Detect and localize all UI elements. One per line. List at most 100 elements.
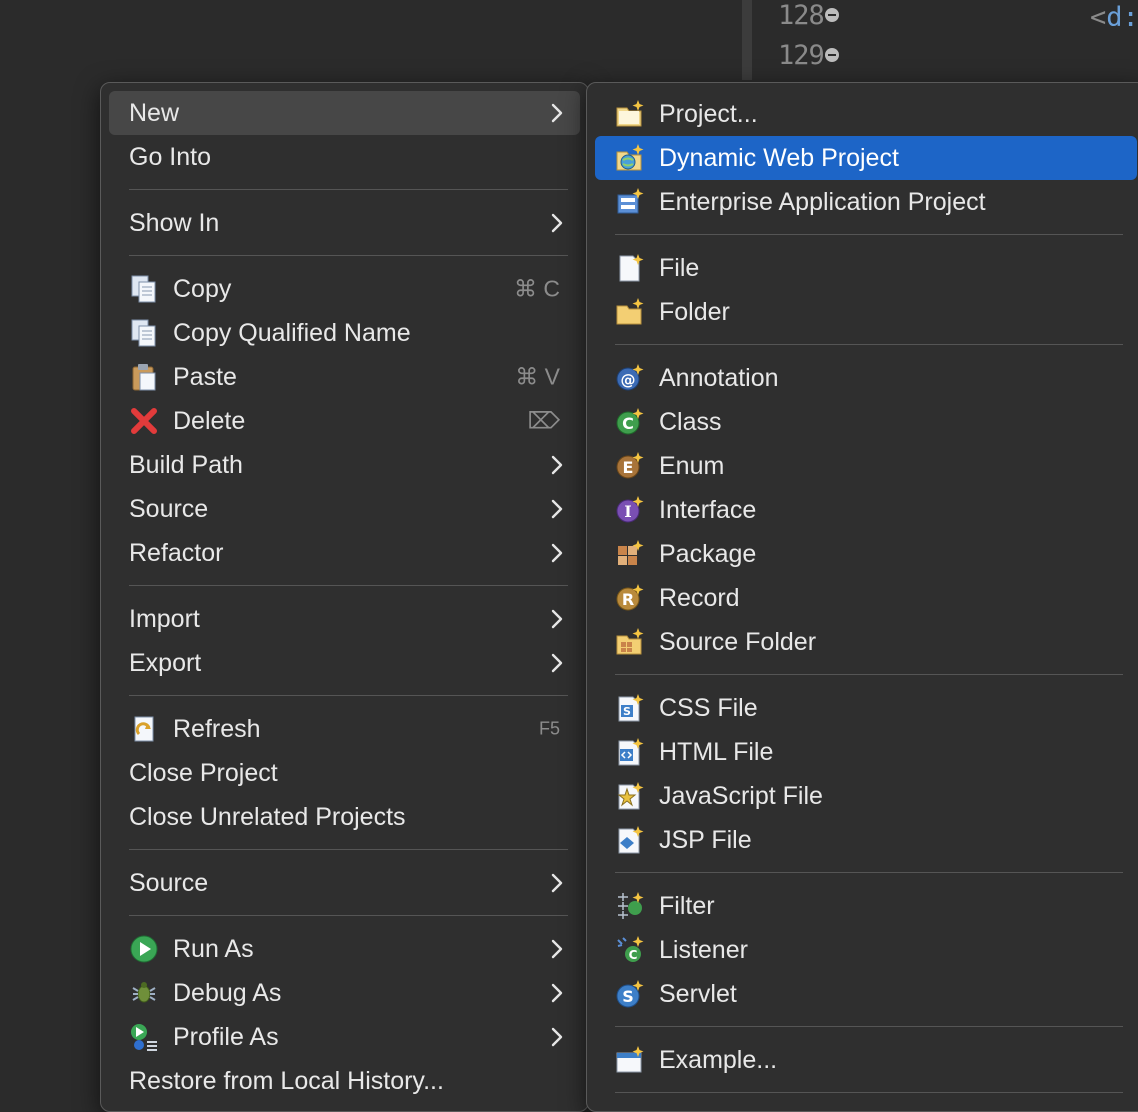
example-icon <box>615 1045 645 1075</box>
submenu-item-class[interactable]: C Class <box>595 400 1137 444</box>
menu-item-import[interactable]: Import <box>109 597 580 641</box>
menu-separator <box>615 1026 1123 1027</box>
context-menu: New Go Into Show In Copy ⌘ C Copy Qualif… <box>100 82 589 1112</box>
submenu-item-file[interactable]: File <box>595 246 1137 290</box>
chevron-right-icon <box>550 542 564 564</box>
menu-item-copy-qualified-name[interactable]: Copy Qualified Name <box>109 311 580 355</box>
editor-gutter <box>742 0 752 80</box>
menu-separator <box>615 872 1123 873</box>
refresh-shortcut: F5 <box>538 718 560 739</box>
svg-text:C: C <box>622 414 634 433</box>
fold-icon <box>824 8 839 22</box>
package-icon <box>615 539 645 569</box>
paste-icon <box>129 362 159 392</box>
html-file-icon <box>615 737 645 767</box>
menu-item-source[interactable]: Source <box>109 487 580 531</box>
menu-item-source-2[interactable]: Source <box>109 861 580 905</box>
menu-separator <box>615 674 1123 675</box>
submenu-item-source-folder[interactable]: Source Folder <box>595 620 1137 664</box>
submenu-item-javascript-file[interactable]: JavaScript File <box>595 774 1137 818</box>
menu-item-restore-from-local-history[interactable]: Restore from Local History... <box>109 1059 580 1103</box>
menu-item-debug-as[interactable]: Debug As <box>109 971 580 1015</box>
menu-separator <box>615 234 1123 235</box>
menu-separator <box>615 1092 1123 1093</box>
submenu-item-project[interactable]: Project... <box>595 92 1137 136</box>
submenu-item-interface[interactable]: I Interface <box>595 488 1137 532</box>
menu-item-build-path[interactable]: Build Path <box>109 443 580 487</box>
submenu-item-dynamic-web-project[interactable]: Dynamic Web Project <box>595 136 1137 180</box>
copy-qualified-name-icon <box>129 318 159 348</box>
svg-text:E: E <box>623 458 634 477</box>
jsp-file-icon <box>615 825 645 855</box>
menu-separator <box>615 344 1123 345</box>
menu-item-new[interactable]: New <box>109 91 580 135</box>
menu-item-refactor[interactable]: Refactor <box>109 531 580 575</box>
interface-icon: I <box>615 495 645 525</box>
web-project-icon <box>615 143 645 173</box>
submenu-item-record[interactable]: R Record <box>595 576 1137 620</box>
chevron-right-icon <box>550 608 564 630</box>
bug-icon <box>129 978 159 1008</box>
menu-item-close-project[interactable]: Close Project <box>109 751 580 795</box>
delete-shortcut: ⌦ <box>527 407 560 434</box>
submenu-item-html-file[interactable]: HTML File <box>595 730 1137 774</box>
svg-text:I: I <box>624 502 631 521</box>
profile-icon <box>129 1022 159 1052</box>
menu-item-delete[interactable]: Delete ⌦ <box>109 399 580 443</box>
refresh-icon <box>129 714 159 744</box>
delete-icon <box>129 406 159 436</box>
code-fragment: <d: <box>1090 2 1138 33</box>
svg-text:S: S <box>622 987 634 1006</box>
paste-shortcut: ⌘ V <box>515 363 560 390</box>
menu-item-export[interactable]: Export <box>109 641 580 685</box>
enterprise-project-icon <box>615 187 645 217</box>
submenu-item-enum[interactable]: E Enum <box>595 444 1137 488</box>
listener-icon: C <box>615 935 645 965</box>
menu-item-show-in[interactable]: Show In <box>109 201 580 245</box>
menu-item-refresh[interactable]: Refresh F5 <box>109 707 580 751</box>
submenu-item-enterprise-application-project[interactable]: Enterprise Application Project <box>595 180 1137 224</box>
menu-separator <box>129 849 568 850</box>
submenu-item-filter[interactable]: Filter <box>595 884 1137 928</box>
svg-text:S: S <box>623 705 631 718</box>
submenu-item-jsp-file[interactable]: JSP File <box>595 818 1137 862</box>
chevron-right-icon <box>550 212 564 234</box>
chevron-right-icon <box>550 454 564 476</box>
copy-icon <box>129 274 159 304</box>
submenu-item-annotation[interactable]: @ Annotation <box>595 356 1137 400</box>
fold-icon <box>824 48 839 62</box>
class-icon: C <box>615 407 645 437</box>
new-file-icon <box>615 253 645 283</box>
submenu-item-listener[interactable]: C Listener <box>595 928 1137 972</box>
chevron-right-icon <box>550 1026 564 1048</box>
menu-item-close-unrelated-projects[interactable]: Close Unrelated Projects <box>109 795 580 839</box>
source-folder-icon <box>615 627 645 657</box>
chevron-right-icon <box>550 652 564 674</box>
submenu-item-servlet[interactable]: S Servlet <box>595 972 1137 1016</box>
submenu-item-example[interactable]: Example... <box>595 1038 1137 1082</box>
menu-item-copy[interactable]: Copy ⌘ C <box>109 267 580 311</box>
submenu-item-css-file[interactable]: S CSS File <box>595 686 1137 730</box>
chevron-right-icon <box>550 498 564 520</box>
servlet-icon: S <box>615 979 645 1009</box>
css-file-icon: S <box>615 693 645 723</box>
new-project-icon <box>615 99 645 129</box>
menu-item-go-into[interactable]: Go Into <box>109 135 580 179</box>
menu-separator <box>129 189 568 190</box>
line-number-129: 129 <box>778 40 839 71</box>
menu-separator <box>129 915 568 916</box>
menu-item-profile-as[interactable]: Profile As <box>109 1015 580 1059</box>
menu-separator <box>129 585 568 586</box>
menu-item-run-as[interactable]: Run As <box>109 927 580 971</box>
submenu-item-folder[interactable]: Folder <box>595 290 1137 334</box>
menu-separator <box>129 695 568 696</box>
menu-item-paste[interactable]: Paste ⌘ V <box>109 355 580 399</box>
svg-text:C: C <box>629 948 638 962</box>
chevron-right-icon <box>550 102 564 124</box>
run-icon <box>129 934 159 964</box>
submenu-item-package[interactable]: Package <box>595 532 1137 576</box>
chevron-right-icon <box>550 872 564 894</box>
record-icon: R <box>615 583 645 613</box>
svg-text:@: @ <box>621 371 636 389</box>
chevron-right-icon <box>550 938 564 960</box>
